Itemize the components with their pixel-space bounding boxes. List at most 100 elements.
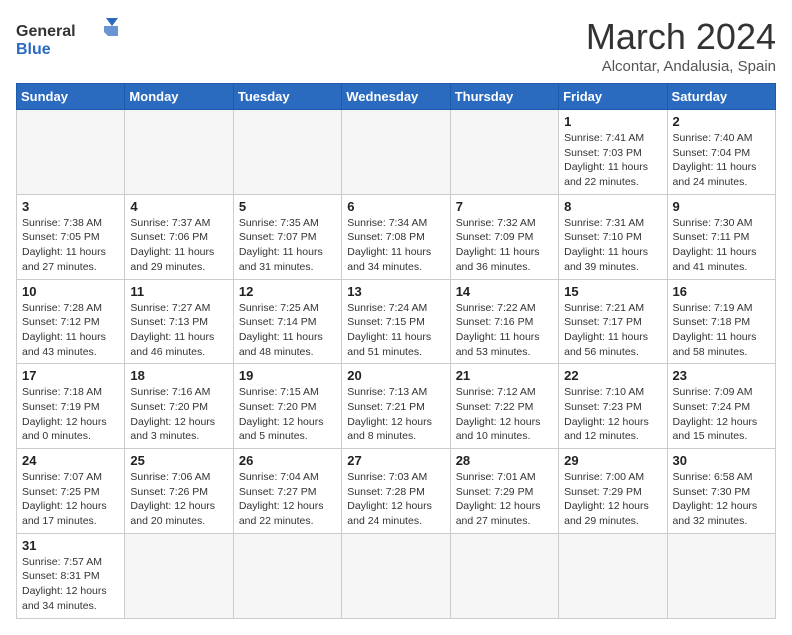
calendar-cell: 1Sunrise: 7:41 AMSunset: 7:03 PMDaylight… — [559, 110, 667, 195]
calendar-cell — [233, 110, 341, 195]
calendar-cell: 8 Sunrise: 7:31 AMSunset: 7:10 PMDaylight… — [559, 194, 667, 279]
svg-text:General: General — [16, 23, 76, 40]
calendar-cell: 5 Sunrise: 7:35 AMSunset: 7:07 PMDaylight… — [233, 194, 341, 279]
calendar-cell: 13 Sunrise: 7:24 AMSunset: 7:15 PMDayligh… — [342, 279, 450, 364]
weekday-header-thursday: Thursday — [450, 84, 558, 110]
day-info: Sunrise: 7:03 AMSunset: 7:28 PMDaylight:… — [347, 470, 444, 529]
day-number: 17 — [22, 368, 119, 383]
calendar-cell: 11 Sunrise: 7:27 AMSunset: 7:13 PMDayligh… — [125, 279, 233, 364]
weekday-header-sunday: Sunday — [17, 84, 125, 110]
calendar-cell: 10 Sunrise: 7:28 AMSunset: 7:12 PMDayligh… — [17, 279, 125, 364]
day-number: 15 — [564, 284, 661, 299]
day-info: Sunrise: 7:06 AMSunset: 7:26 PMDaylight:… — [130, 470, 227, 529]
calendar-cell: 14Sunrise: 7:22 AMSunset: 7:16 PMDayligh… — [450, 279, 558, 364]
weekday-header-row: SundayMondayTuesdayWednesdayThursdayFrid… — [17, 84, 776, 110]
day-info: Sunrise: 7:31 AMSunset: 7:10 PMDaylight:… — [564, 216, 661, 275]
calendar-cell — [450, 110, 558, 195]
day-number: 23 — [673, 368, 770, 383]
day-info: Sunrise: 7:32 AMSunset: 7:09 PMDaylight:… — [456, 216, 553, 275]
day-number: 10 — [22, 284, 119, 299]
day-info: Sunrise: 7:40 AMSunset: 7:04 PMDaylight:… — [673, 131, 770, 190]
calendar-cell — [17, 110, 125, 195]
day-number: 6 — [347, 199, 444, 214]
day-number: 4 — [130, 199, 227, 214]
day-info: Sunrise: 7:27 AMSunset: 7:13 PMDaylight:… — [130, 301, 227, 360]
day-number: 18 — [130, 368, 227, 383]
calendar-cell: 22 Sunrise: 7:10 AMSunset: 7:23 PMDayligh… — [559, 364, 667, 449]
day-info: Sunrise: 7:34 AMSunset: 7:08 PMDaylight:… — [347, 216, 444, 275]
day-info: Sunrise: 7:00 AMSunset: 7:29 PMDaylight:… — [564, 470, 661, 529]
day-number: 24 — [22, 453, 119, 468]
day-number: 31 — [22, 538, 119, 553]
day-info: Sunrise: 7:21 AMSunset: 7:17 PMDaylight:… — [564, 301, 661, 360]
day-number: 3 — [22, 199, 119, 214]
day-info: Sunrise: 7:13 AMSunset: 7:21 PMDaylight:… — [347, 385, 444, 444]
calendar-cell — [450, 533, 558, 618]
week-row-2: 10 Sunrise: 7:28 AMSunset: 7:12 PMDayligh… — [17, 279, 776, 364]
day-number: 16 — [673, 284, 770, 299]
calendar-cell: 25 Sunrise: 7:06 AMSunset: 7:26 PMDayligh… — [125, 449, 233, 534]
day-number: 9 — [673, 199, 770, 214]
day-info: Sunrise: 7:24 AMSunset: 7:15 PMDaylight:… — [347, 301, 444, 360]
calendar-table: SundayMondayTuesdayWednesdayThursdayFrid… — [16, 83, 776, 619]
calendar-cell: 19 Sunrise: 7:15 AMSunset: 7:20 PMDayligh… — [233, 364, 341, 449]
day-info: Sunrise: 6:58 AMSunset: 7:30 PMDaylight:… — [673, 470, 770, 529]
weekday-header-friday: Friday — [559, 84, 667, 110]
location-subtitle: Alcontar, Andalusia, Spain — [586, 58, 776, 75]
day-number: 27 — [347, 453, 444, 468]
day-number: 26 — [239, 453, 336, 468]
calendar-cell: 9 Sunrise: 7:30 AMSunset: 7:11 PMDaylight… — [667, 194, 775, 279]
calendar-cell — [667, 533, 775, 618]
calendar-cell — [342, 110, 450, 195]
day-number: 28 — [456, 453, 553, 468]
calendar-cell: 30Sunrise: 6:58 AMSunset: 7:30 PMDayligh… — [667, 449, 775, 534]
weekday-header-saturday: Saturday — [667, 84, 775, 110]
week-row-3: 17 Sunrise: 7:18 AMSunset: 7:19 PMDayligh… — [17, 364, 776, 449]
day-info: Sunrise: 7:25 AMSunset: 7:14 PMDaylight:… — [239, 301, 336, 360]
day-info: Sunrise: 7:19 AMSunset: 7:18 PMDaylight:… — [673, 301, 770, 360]
day-info: Sunrise: 7:04 AMSunset: 7:27 PMDaylight:… — [239, 470, 336, 529]
weekday-header-tuesday: Tuesday — [233, 84, 341, 110]
day-info: Sunrise: 7:15 AMSunset: 7:20 PMDaylight:… — [239, 385, 336, 444]
week-row-5: 31 Sunrise: 7:57 AMSunset: 8:31 PMDayligh… — [17, 533, 776, 618]
day-info: Sunrise: 7:37 AMSunset: 7:06 PMDaylight:… — [130, 216, 227, 275]
day-info: Sunrise: 7:16 AMSunset: 7:20 PMDaylight:… — [130, 385, 227, 444]
calendar-cell: 15 Sunrise: 7:21 AMSunset: 7:17 PMDayligh… — [559, 279, 667, 364]
calendar-cell: 24 Sunrise: 7:07 AMSunset: 7:25 PMDayligh… — [17, 449, 125, 534]
calendar-cell — [342, 533, 450, 618]
day-number: 19 — [239, 368, 336, 383]
day-number: 22 — [564, 368, 661, 383]
weekday-header-monday: Monday — [125, 84, 233, 110]
calendar-cell: 18 Sunrise: 7:16 AMSunset: 7:20 PMDayligh… — [125, 364, 233, 449]
day-info: Sunrise: 7:41 AMSunset: 7:03 PMDaylight:… — [564, 131, 661, 190]
day-info: Sunrise: 7:10 AMSunset: 7:23 PMDaylight:… — [564, 385, 661, 444]
day-info: Sunrise: 7:12 AMSunset: 7:22 PMDaylight:… — [456, 385, 553, 444]
weekday-header-wednesday: Wednesday — [342, 84, 450, 110]
day-info: Sunrise: 7:09 AMSunset: 7:24 PMDaylight:… — [673, 385, 770, 444]
day-info: Sunrise: 7:28 AMSunset: 7:12 PMDaylight:… — [22, 301, 119, 360]
day-number: 29 — [564, 453, 661, 468]
day-info: Sunrise: 7:57 AMSunset: 8:31 PMDaylight:… — [22, 555, 119, 614]
calendar-cell: 29 Sunrise: 7:00 AMSunset: 7:29 PMDayligh… — [559, 449, 667, 534]
day-number: 7 — [456, 199, 553, 214]
day-info: Sunrise: 7:18 AMSunset: 7:19 PMDaylight:… — [22, 385, 119, 444]
day-number: 2 — [673, 114, 770, 129]
day-info: Sunrise: 7:22 AMSunset: 7:16 PMDaylight:… — [456, 301, 553, 360]
header: General Blue March 2024 Alcontar, Andalu… — [16, 16, 776, 75]
calendar-cell — [233, 533, 341, 618]
day-info: Sunrise: 7:01 AMSunset: 7:29 PMDaylight:… — [456, 470, 553, 529]
calendar-cell: 27 Sunrise: 7:03 AMSunset: 7:28 PMDayligh… — [342, 449, 450, 534]
day-number: 25 — [130, 453, 227, 468]
day-info: Sunrise: 7:07 AMSunset: 7:25 PMDaylight:… — [22, 470, 119, 529]
day-number: 11 — [130, 284, 227, 299]
day-info: Sunrise: 7:35 AMSunset: 7:07 PMDaylight:… — [239, 216, 336, 275]
calendar-cell: 20 Sunrise: 7:13 AMSunset: 7:21 PMDayligh… — [342, 364, 450, 449]
day-number: 13 — [347, 284, 444, 299]
day-info: Sunrise: 7:30 AMSunset: 7:11 PMDaylight:… — [673, 216, 770, 275]
calendar-cell: 31 Sunrise: 7:57 AMSunset: 8:31 PMDayligh… — [17, 533, 125, 618]
calendar-cell — [559, 533, 667, 618]
day-number: 5 — [239, 199, 336, 214]
day-number: 8 — [564, 199, 661, 214]
calendar-cell: 23 Sunrise: 7:09 AMSunset: 7:24 PMDayligh… — [667, 364, 775, 449]
day-number: 20 — [347, 368, 444, 383]
